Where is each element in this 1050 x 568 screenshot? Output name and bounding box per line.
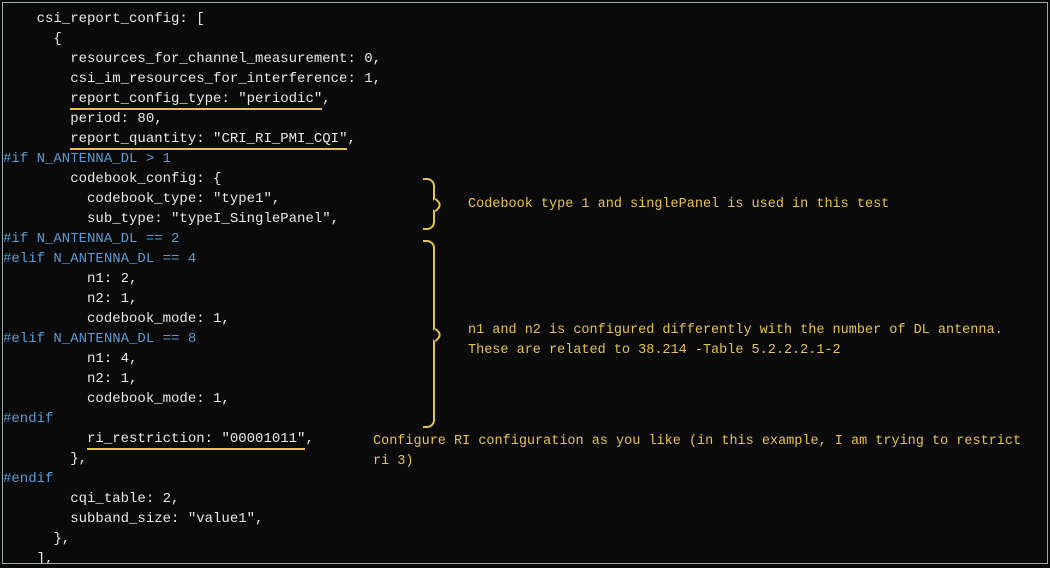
annotation-n1n2: n1 and n2 is configured differently with… — [468, 321, 1023, 360]
code-line: n1: 2, — [3, 269, 1047, 289]
code-line: { — [3, 29, 1047, 49]
underline-ri-restriction: ri_restriction: "00001011" — [87, 431, 305, 450]
preproc-line: #endif — [3, 409, 1047, 429]
code-line: csi_im_resources_for_interference: 1, — [3, 69, 1047, 89]
code-line: report_config_type: "periodic", — [3, 89, 1047, 109]
code-frame: csi_report_config: [ { resources_for_cha… — [2, 2, 1048, 564]
preproc-line: #endif — [3, 469, 1047, 489]
code-line: n2: 1, — [3, 289, 1047, 309]
code-line: ], — [3, 549, 1047, 564]
code-line: report_quantity: "CRI_RI_PMI_CQI", — [3, 129, 1047, 149]
code-line: period: 80, — [3, 109, 1047, 129]
preproc-line: #elif N_ANTENNA_DL == 4 — [3, 249, 1047, 269]
brace-icon — [423, 240, 435, 428]
annotation-ri: Configure RI configuration as you like (… — [373, 432, 1033, 471]
underline-report-quantity: report_quantity: "CRI_RI_PMI_CQI" — [70, 131, 347, 150]
code-line: n2: 1, — [3, 369, 1047, 389]
code-line: csi_report_config: [ — [3, 9, 1047, 29]
annotation-codebook: Codebook type 1 and singlePanel is used … — [468, 195, 1028, 215]
preproc-line: #if N_ANTENNA_DL == 2 — [3, 229, 1047, 249]
code-line: codebook_mode: 1, — [3, 389, 1047, 409]
underline-report-config-type: report_config_type: "periodic" — [70, 91, 322, 110]
code-line: }, — [3, 529, 1047, 549]
brace-icon — [423, 178, 435, 230]
code-line: cqi_table: 2, — [3, 489, 1047, 509]
code-line: resources_for_channel_measurement: 0, — [3, 49, 1047, 69]
code-line: codebook_config: { — [3, 169, 1047, 189]
code-line: subband_size: "value1", — [3, 509, 1047, 529]
preproc-line: #if N_ANTENNA_DL > 1 — [3, 149, 1047, 169]
